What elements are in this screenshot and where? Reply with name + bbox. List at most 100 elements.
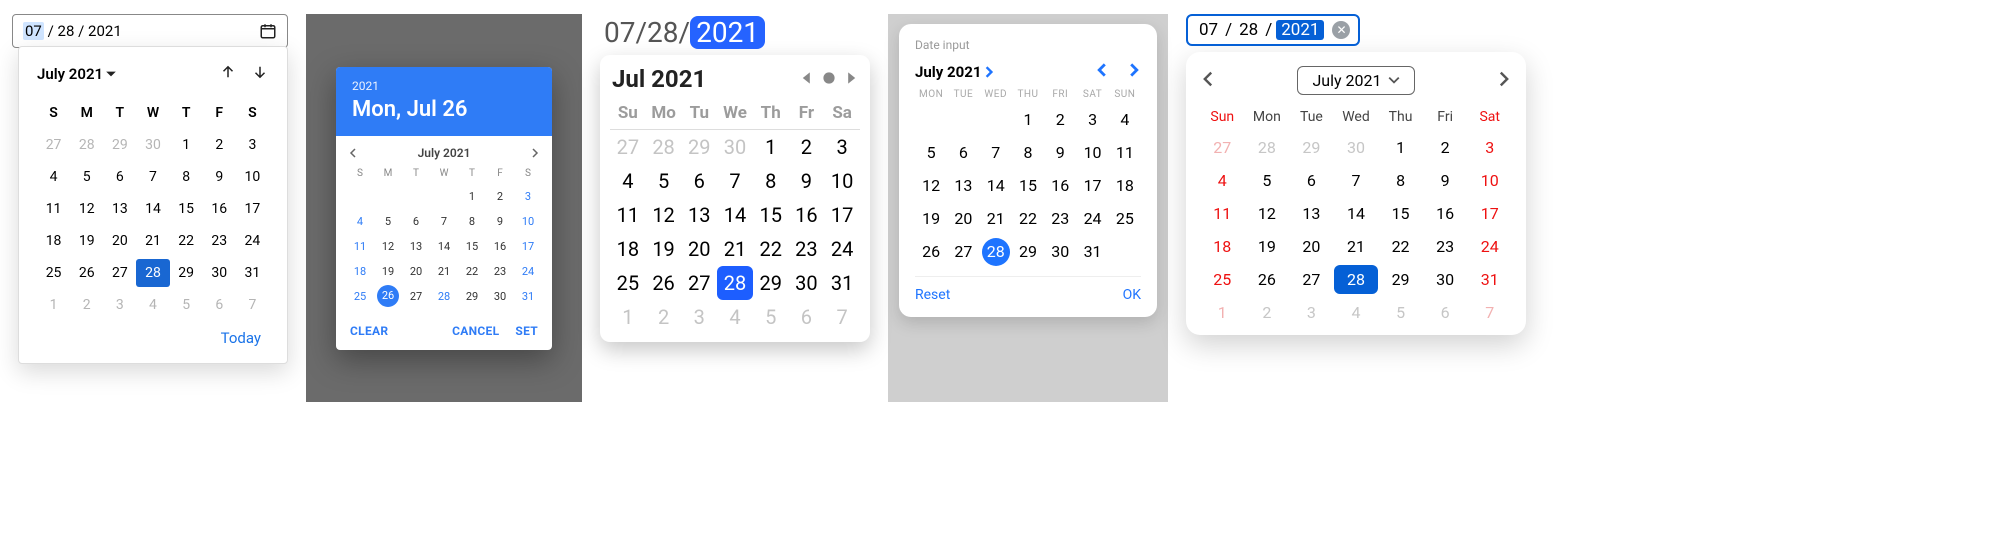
header-date[interactable]: Mon, Jul 26 — [352, 97, 536, 122]
day-cell[interactable]: 19 — [70, 227, 103, 255]
next-month-button[interactable] — [1127, 62, 1141, 81]
day-cell[interactable]: 26 — [646, 266, 682, 300]
prev-month-button[interactable] — [1095, 62, 1109, 81]
set-button[interactable]: SET — [515, 324, 538, 338]
day-cell[interactable]: 3 — [236, 131, 269, 159]
day-cell[interactable]: 2 — [1044, 106, 1076, 133]
day-cell[interactable]: 8 — [1378, 166, 1423, 195]
day-cell[interactable]: 1 — [1012, 106, 1044, 133]
day-cell[interactable]: 31 — [1467, 265, 1512, 294]
day-cell[interactable]: 19 — [915, 205, 947, 232]
day-cell[interactable]: 5 — [1245, 166, 1290, 195]
day-cell[interactable]: 23 — [1423, 232, 1468, 261]
day-cell[interactable]: 3 — [514, 185, 542, 208]
next-month-button[interactable] — [844, 70, 858, 89]
cancel-button[interactable]: CANCEL — [452, 324, 499, 338]
day-cell[interactable]: 11 — [1109, 139, 1141, 166]
day-cell[interactable]: 26 — [915, 238, 947, 266]
day-cell[interactable]: 25 — [610, 266, 646, 300]
day-cell[interactable]: 27 — [37, 131, 70, 159]
day-cell[interactable]: 21 — [1334, 232, 1379, 261]
day-cell[interactable]: 22 — [458, 260, 486, 283]
next-month-button[interactable] — [530, 148, 540, 158]
day-cell[interactable]: 1 — [458, 185, 486, 208]
day-cell[interactable]: 24 — [1076, 205, 1108, 232]
day-cell[interactable]: 13 — [947, 172, 979, 199]
day-cell[interactable]: 30 — [486, 285, 514, 308]
month-year-label[interactable]: Jul 2021 — [612, 65, 706, 93]
day-cell[interactable]: 20 — [402, 260, 430, 283]
day-cell[interactable]: 27 — [1200, 133, 1245, 162]
day-cell[interactable]: 18 — [37, 227, 70, 255]
day-cell[interactable]: 21 — [136, 227, 169, 255]
day-cell[interactable]: 15 — [753, 198, 789, 232]
day-cell[interactable]: 10 — [1467, 166, 1512, 195]
day-cell[interactable]: 4 — [1200, 166, 1245, 195]
day-cell[interactable]: 13 — [103, 195, 136, 223]
day-cell[interactable]: 2 — [486, 185, 514, 208]
day-cell[interactable]: 15 — [458, 235, 486, 258]
date-input[interactable]: 07/28/2021 — [600, 14, 870, 51]
day-cell[interactable]: 3 — [103, 291, 136, 319]
day-cell[interactable]: 20 — [103, 227, 136, 255]
day-cell[interactable]: 10 — [514, 210, 542, 233]
day-cell[interactable]: 22 — [170, 227, 203, 255]
day-cell[interactable]: 5 — [753, 300, 789, 334]
day-cell[interactable]: 14 — [980, 172, 1012, 199]
day-cell[interactable]: 19 — [646, 232, 682, 266]
day-cell[interactable]: 30 — [1334, 133, 1379, 162]
day-cell[interactable]: 21 — [717, 232, 753, 266]
day-cell[interactable]: 29 — [1289, 133, 1334, 162]
day-cell[interactable]: 24 — [236, 227, 269, 255]
day-cell[interactable]: 31 — [514, 285, 542, 308]
day-cell[interactable]: 12 — [646, 198, 682, 232]
day-cell[interactable]: 17 — [514, 235, 542, 258]
input-year[interactable]: 2021 — [1276, 20, 1324, 40]
day-cell[interactable]: 29 — [753, 266, 789, 300]
day-cell[interactable]: 20 — [681, 232, 717, 266]
input-day[interactable]: 28 — [647, 16, 678, 49]
day-cell[interactable]: 25 — [346, 285, 374, 308]
day-cell[interactable]: 18 — [1109, 172, 1141, 199]
day-cell[interactable]: 26 — [377, 285, 399, 307]
month-year-toggle[interactable]: July 2021 — [915, 63, 995, 81]
day-cell[interactable]: 7 — [1467, 298, 1512, 327]
day-cell[interactable]: 9 — [1044, 139, 1076, 166]
day-cell[interactable]: 4 — [1109, 106, 1141, 133]
day-cell[interactable]: 29 — [170, 259, 203, 287]
day-cell[interactable]: 10 — [236, 163, 269, 191]
day-cell[interactable]: 14 — [430, 235, 458, 258]
day-cell[interactable]: 3 — [824, 130, 860, 164]
day-cell[interactable]: 30 — [203, 259, 236, 287]
input-day[interactable]: 28 — [1236, 20, 1261, 40]
day-cell[interactable]: 14 — [1334, 199, 1379, 228]
day-cell[interactable]: 15 — [1378, 199, 1423, 228]
next-month-button[interactable] — [251, 63, 269, 85]
day-cell[interactable]: 22 — [753, 232, 789, 266]
day-cell[interactable]: 4 — [37, 163, 70, 191]
day-cell[interactable]: 7 — [717, 164, 753, 198]
day-cell[interactable]: 12 — [915, 172, 947, 199]
day-cell[interactable]: 28 — [136, 259, 169, 287]
day-cell[interactable]: 16 — [203, 195, 236, 223]
day-cell[interactable]: 2 — [70, 291, 103, 319]
month-year-select[interactable]: July 2021 — [1297, 66, 1414, 95]
reset-button[interactable]: Reset — [915, 287, 950, 303]
month-year-toggle[interactable]: July 2021 — [37, 65, 117, 83]
header-year[interactable]: 2021 — [352, 79, 536, 93]
day-cell[interactable]: 4 — [1334, 298, 1379, 327]
day-cell[interactable]: 17 — [824, 198, 860, 232]
day-cell[interactable]: 28 — [1245, 133, 1290, 162]
day-cell[interactable]: 1 — [1378, 133, 1423, 162]
day-cell[interactable]: 2 — [789, 130, 825, 164]
day-cell[interactable]: 24 — [824, 232, 860, 266]
day-cell[interactable]: 20 — [947, 205, 979, 232]
clear-icon[interactable]: ✕ — [1332, 21, 1350, 39]
day-cell[interactable]: 8 — [1012, 139, 1044, 166]
day-cell[interactable]: 28 — [1334, 265, 1379, 294]
day-cell[interactable]: 2 — [203, 131, 236, 159]
day-cell[interactable]: 31 — [1076, 238, 1108, 266]
day-cell[interactable]: 8 — [753, 164, 789, 198]
day-cell[interactable]: 29 — [458, 285, 486, 308]
input-day[interactable]: 28 — [58, 22, 75, 40]
